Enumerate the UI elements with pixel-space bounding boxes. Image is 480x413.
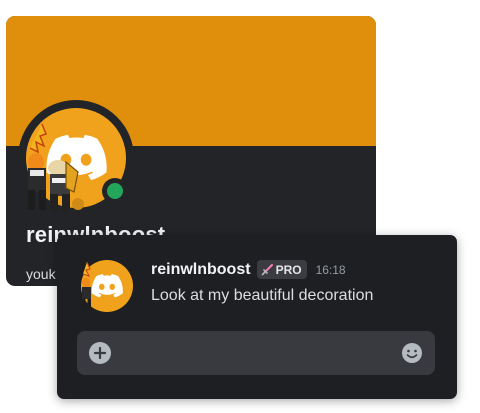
avatar-decoration [28,123,84,212]
message-card: reinwlnboost PRO 16:18 Look at my beauti… [57,235,457,399]
message-composer[interactable] [77,331,435,375]
message-header: reinwlnboost PRO 16:18 [151,260,346,279]
message-timestamp: 16:18 [315,262,346,277]
smiley-face-icon[interactable] [401,342,423,364]
message-text: Look at my beautiful decoration [151,287,374,304]
add-attachment-button[interactable] [89,342,111,364]
pro-badge-label: PRO [275,262,302,277]
plus-circle-icon [94,347,106,359]
pro-badge[interactable]: PRO [256,260,307,279]
message-username[interactable]: reinwlnboost [151,261,251,279]
sword-icon [261,263,273,275]
message-avatar-decoration [82,261,91,310]
profile-subtitle: youk [26,266,56,282]
screenshot-stage: reinwlnboost youk reinwlnboost [0,0,480,413]
online-status-indicator [107,183,123,199]
